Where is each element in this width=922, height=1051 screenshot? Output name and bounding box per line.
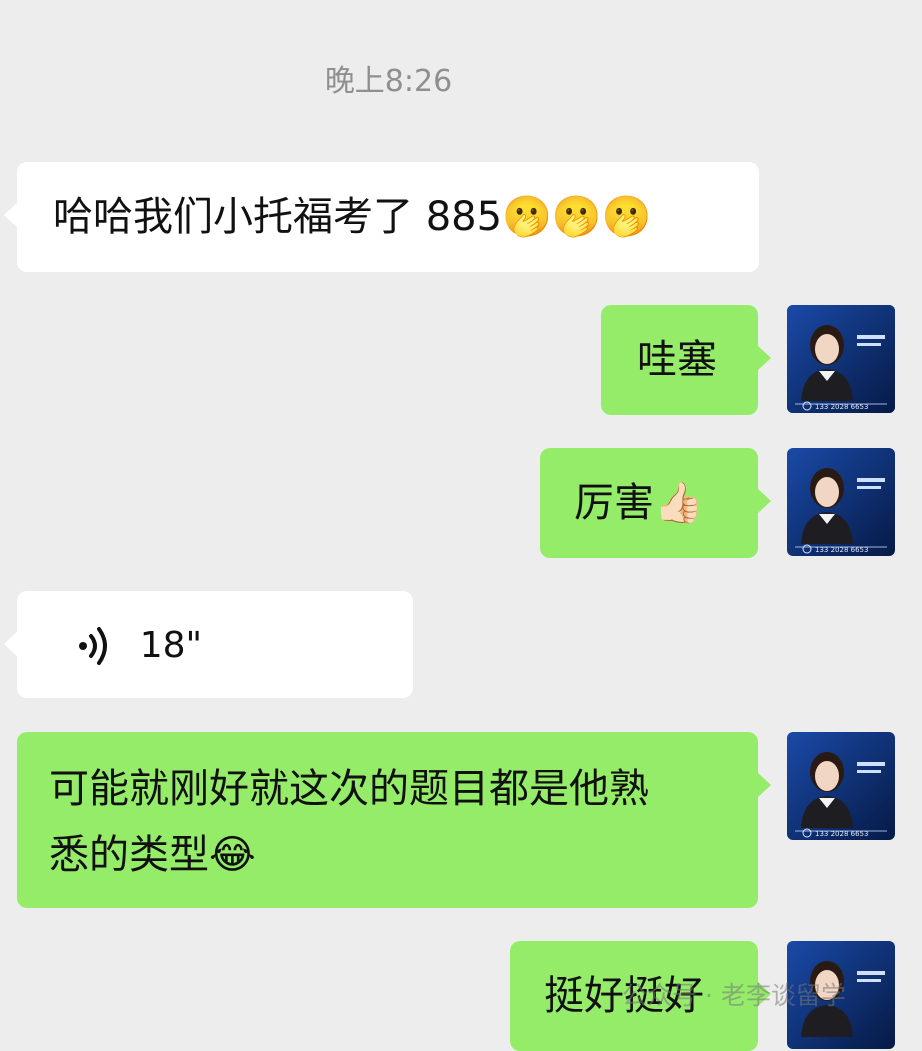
message-bubble-outgoing[interactable]: 哇塞	[601, 305, 771, 415]
message-bubble-incoming[interactable]: 哈哈我们小托福考了 885🫢🫢🫢	[4, 162, 759, 272]
svg-text:133 2028 6653: 133 2028 6653	[815, 546, 868, 554]
message-text: 哈哈我们小托福考了 885	[53, 194, 503, 240]
svg-text:133 2028 6653: 133 2028 6653	[815, 403, 868, 411]
voice-wave-icon	[79, 627, 107, 665]
message-text-line: 悉的类型	[49, 832, 209, 878]
thumbs-up-emoji-icon: 👍🏻	[654, 480, 704, 526]
watermark: 公众号 · 老李谈留学	[622, 981, 846, 1010]
avatar[interactable]: 133 2028 6653	[787, 448, 895, 556]
profile-photo-icon: 133 2028 6653	[787, 305, 895, 413]
message-bubble-outgoing[interactable]: 可能就刚好就这次的题目都是他熟 悉的类型😂	[17, 732, 771, 908]
timestamp: 晚上8:26	[324, 64, 453, 99]
avatar[interactable]: 133 2028 6653	[787, 732, 895, 840]
avatar[interactable]: 133 2028 6653	[787, 305, 895, 413]
message-text: 厉害	[574, 480, 654, 526]
message-text-line: 可能就刚好就这次的题目都是他熟	[49, 766, 649, 812]
profile-photo-icon: 133 2028 6653	[787, 732, 895, 840]
profile-photo-icon: 133 2028 6653	[787, 448, 895, 556]
tears-of-joy-emoji-icon: 😂	[209, 832, 256, 878]
hand-over-mouth-emoji-icon: 🫢🫢🫢	[502, 194, 652, 240]
voice-duration: 18"	[139, 625, 203, 666]
svg-text:133 2028 6653: 133 2028 6653	[815, 830, 868, 838]
message-bubble-outgoing[interactable]: 厉害👍🏻	[540, 448, 771, 558]
message-text: 哇塞	[637, 337, 717, 383]
voice-message-bubble[interactable]: 18"	[4, 591, 413, 698]
